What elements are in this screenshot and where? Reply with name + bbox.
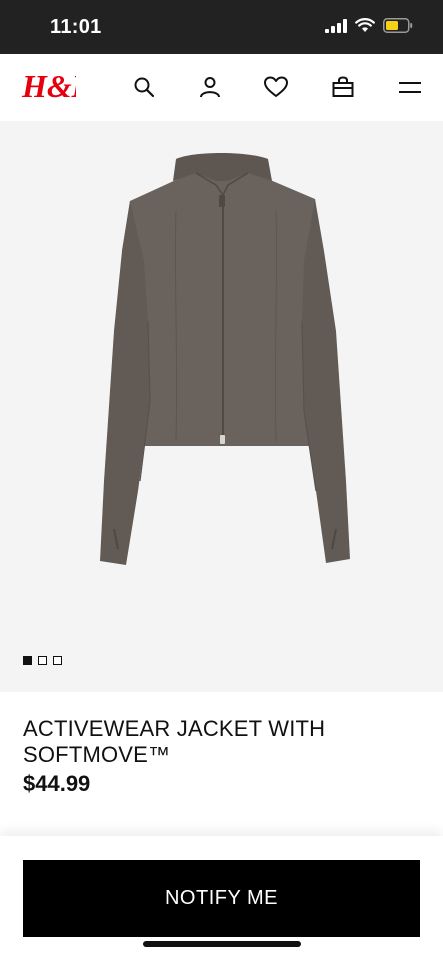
menu-icon[interactable] bbox=[397, 74, 423, 100]
status-time: 11:01 bbox=[50, 16, 102, 38]
product-image bbox=[78, 151, 368, 576]
status-icons bbox=[325, 18, 413, 38]
site-header: H&M bbox=[0, 54, 443, 121]
product-gallery[interactable] bbox=[0, 121, 443, 692]
gallery-dot-1[interactable] bbox=[23, 656, 32, 665]
bag-icon[interactable] bbox=[330, 74, 356, 100]
status-bar: 11:01 bbox=[0, 0, 443, 54]
signal-icon bbox=[325, 18, 347, 38]
battery-icon bbox=[383, 18, 413, 38]
gallery-dot-3[interactable] bbox=[53, 656, 62, 665]
product-price: $44.99 bbox=[23, 771, 91, 796]
gallery-dot-2[interactable] bbox=[38, 656, 47, 665]
heart-icon[interactable] bbox=[263, 74, 289, 100]
product-title: ACTIVEWEAR JACKET WITH SOFTMOVE™ bbox=[23, 716, 326, 767]
account-icon[interactable] bbox=[197, 74, 223, 100]
gallery-pagination bbox=[23, 656, 62, 665]
notify-me-button[interactable]: NOTIFY ME bbox=[23, 860, 420, 937]
hm-logo[interactable]: H&M bbox=[20, 66, 102, 111]
wifi-icon bbox=[355, 18, 375, 38]
search-icon[interactable] bbox=[131, 74, 157, 100]
home-indicator[interactable] bbox=[143, 941, 301, 947]
svg-text:H&M: H&M bbox=[21, 68, 76, 104]
